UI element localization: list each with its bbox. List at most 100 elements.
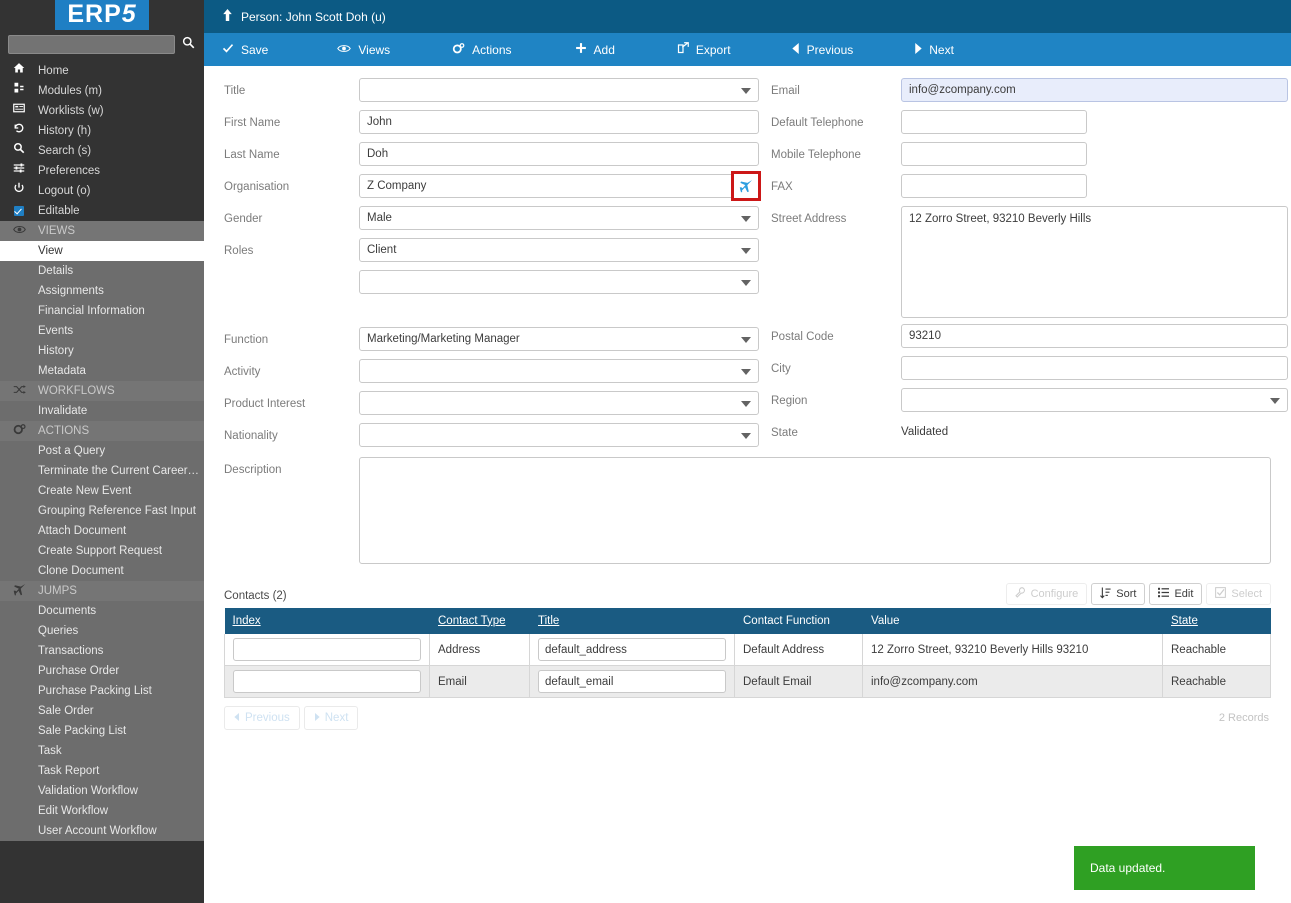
sidebar-item-sale-order[interactable]: Sale Order — [0, 701, 204, 721]
sidebar-group-header-actions[interactable]: ACTIONS — [0, 421, 204, 441]
fax-input[interactable] — [901, 174, 1087, 198]
field-label: First Name — [224, 117, 281, 129]
sidebar-item-editable[interactable]: Editable — [0, 201, 204, 221]
column-contact-function[interactable]: Contact Function — [734, 608, 863, 634]
first-name-input[interactable] — [359, 110, 759, 134]
gender-select[interactable]: Male — [359, 206, 759, 230]
sidebar-item-grouping-reference-fast-input[interactable]: Grouping Reference Fast Input — [0, 501, 204, 521]
sidebar-item-validation-workflow[interactable]: Validation Workflow — [0, 781, 204, 801]
region-select[interactable] — [901, 388, 1288, 412]
nationality-select[interactable] — [359, 423, 759, 447]
sidebar-group-header-workflows[interactable]: WORKFLOWS — [0, 381, 204, 401]
column-index[interactable]: Index — [224, 608, 430, 634]
search-input[interactable] — [8, 34, 175, 54]
sidebar-item-purchase-packing-list[interactable]: Purchase Packing List — [0, 681, 204, 701]
title-input[interactable] — [538, 670, 726, 693]
sidebar-group-label: VIEWS — [38, 225, 76, 237]
mobile-telephone-input[interactable] — [901, 142, 1087, 166]
checkbox-checked-icon[interactable] — [0, 201, 38, 221]
index-input[interactable] — [233, 638, 421, 661]
search-icon[interactable] — [181, 36, 196, 52]
organisation-jump-button[interactable] — [731, 171, 761, 201]
title-select[interactable] — [359, 78, 759, 102]
sidebar-item-view[interactable]: View — [0, 241, 204, 261]
sidebar-item-worklists[interactable]: Worklists (w) — [0, 101, 204, 121]
save-button[interactable]: Save — [204, 33, 282, 66]
views-button[interactable]: Views — [282, 33, 404, 66]
organisation-input[interactable] — [359, 174, 759, 198]
roles-select[interactable]: Client — [359, 238, 759, 262]
sidebar-item-user-account-workflow[interactable]: User Account Workflow — [0, 821, 204, 841]
sidebar-search[interactable] — [0, 30, 204, 58]
sidebar-item-events[interactable]: Events — [0, 321, 204, 341]
sidebar-item-task-report[interactable]: Task Report — [0, 761, 204, 781]
sidebar-item-attach-document[interactable]: Attach Document — [0, 521, 204, 541]
sidebar-item-sale-packing-list[interactable]: Sale Packing List — [0, 721, 204, 741]
sidebar-item-edit-workflow[interactable]: Edit Workflow — [0, 801, 204, 821]
product-interest-select[interactable] — [359, 391, 759, 415]
column-value[interactable]: Value — [862, 608, 1163, 634]
arrow-up-icon[interactable] — [222, 9, 233, 24]
sidebar-item-label: Logout (o) — [38, 185, 91, 197]
column-contact-type[interactable]: Contact Type — [429, 608, 530, 634]
sidebar-item-post-a-query[interactable]: Post a Query — [0, 441, 204, 461]
sidebar-item-history-view[interactable]: History — [0, 341, 204, 361]
sidebar-item-logout[interactable]: Logout (o) — [0, 181, 204, 201]
postal-code-input[interactable] — [901, 324, 1288, 348]
field-postal-code: Postal Code — [771, 324, 1288, 356]
sidebar-item-history[interactable]: History (h) — [0, 121, 204, 141]
column-state[interactable]: State — [1162, 608, 1271, 634]
sidebar-item-create-new-event[interactable]: Create New Event — [0, 481, 204, 501]
logo-text: ERP5 — [55, 0, 149, 30]
export-button[interactable]: Export — [629, 33, 745, 66]
sidebar-item-transactions[interactable]: Transactions — [0, 641, 204, 661]
sidebar-sub-label: Details — [38, 265, 74, 277]
next-label: Next — [324, 712, 349, 724]
logo[interactable]: ERP5 — [0, 0, 204, 30]
sidebar-item-terminate-current-career[interactable]: Terminate the Current Career… — [0, 461, 204, 481]
city-input[interactable] — [901, 356, 1288, 380]
sidebar-item-purchase-order[interactable]: Purchase Order — [0, 661, 204, 681]
sidebar-item-home[interactable]: Home — [0, 61, 204, 81]
sidebar-item-queries[interactable]: Queries — [0, 621, 204, 641]
roles-select-2[interactable] — [359, 270, 759, 294]
listbox-previous-button[interactable]: Previous — [224, 706, 300, 730]
select-button[interactable]: Select — [1206, 583, 1271, 605]
next-button[interactable]: Next — [867, 33, 968, 66]
edit-button[interactable]: Edit — [1149, 583, 1203, 605]
previous-button[interactable]: Previous — [745, 33, 868, 66]
edit-list-icon — [1158, 587, 1170, 601]
sidebar-item-clone-document[interactable]: Clone Document — [0, 561, 204, 581]
email-input[interactable] — [901, 78, 1288, 102]
add-button[interactable]: Add — [526, 33, 629, 66]
activity-select[interactable] — [359, 359, 759, 383]
function-select[interactable]: Marketing/Marketing Manager — [359, 327, 759, 351]
index-input[interactable] — [233, 670, 421, 693]
sort-button[interactable]: Sort — [1091, 583, 1146, 605]
sidebar-item-invalidate[interactable]: Invalidate — [0, 401, 204, 421]
sidebar-group-header-views[interactable]: VIEWS — [0, 221, 204, 241]
sidebar-item-metadata[interactable]: Metadata — [0, 361, 204, 381]
views-label: Views — [358, 42, 391, 57]
sidebar-item-task[interactable]: Task — [0, 741, 204, 761]
last-name-input[interactable] — [359, 142, 759, 166]
sidebar-item-details[interactable]: Details — [0, 261, 204, 281]
sidebar-item-financial-information[interactable]: Financial Information — [0, 301, 204, 321]
listbox-next-button[interactable]: Next — [303, 706, 359, 730]
sidebar-item-preferences[interactable]: Preferences — [0, 161, 204, 181]
default-telephone-input[interactable] — [901, 110, 1087, 134]
column-title[interactable]: Title — [529, 608, 735, 634]
field-label: Title — [224, 85, 246, 97]
configure-button[interactable]: Configure — [1005, 583, 1088, 605]
sidebar-item-create-support-request[interactable]: Create Support Request — [0, 541, 204, 561]
title-input[interactable] — [538, 638, 726, 661]
sidebar-group-header-jumps[interactable]: JUMPS — [0, 581, 204, 601]
street-address-textarea[interactable]: 12 Zorro Street, 93210 Beverly Hills — [901, 206, 1288, 318]
sidebar-item-documents[interactable]: Documents — [0, 601, 204, 621]
sidebar-item-modules[interactable]: Modules (m) — [0, 81, 204, 101]
form-column-left: Title First Name Last Name — [224, 78, 761, 455]
sidebar-item-assignments[interactable]: Assignments — [0, 281, 204, 301]
description-textarea[interactable] — [359, 457, 1271, 564]
sidebar-item-search[interactable]: Search (s) — [0, 141, 204, 161]
actions-button[interactable]: Actions — [404, 33, 525, 66]
